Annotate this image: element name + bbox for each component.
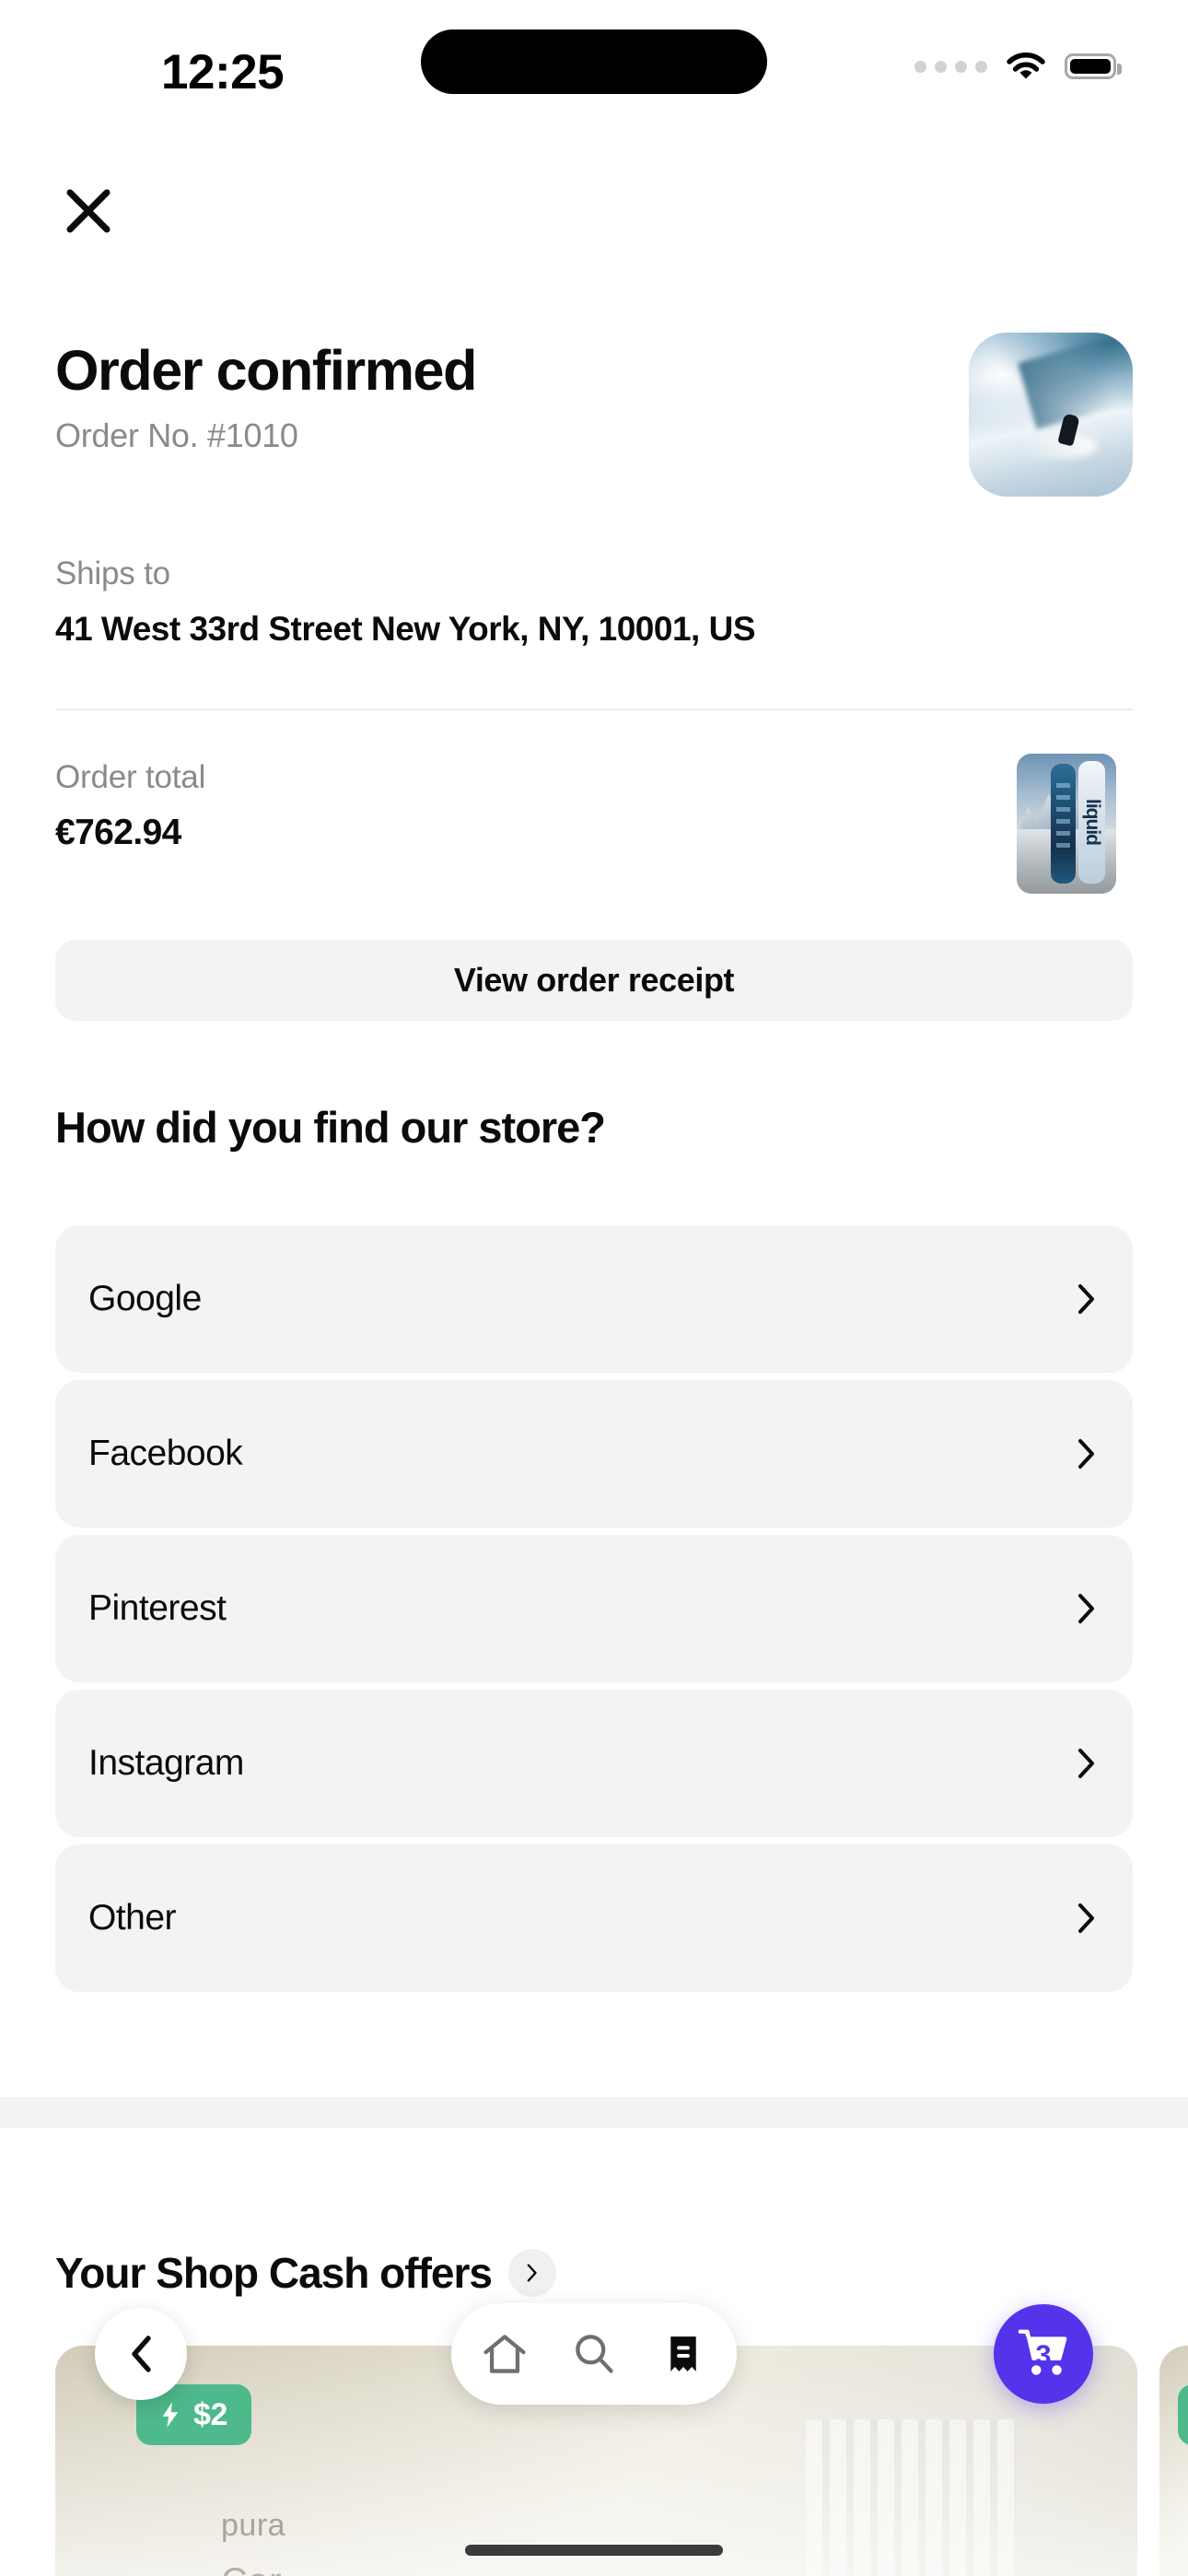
lightning-bolt-icon xyxy=(162,2402,179,2428)
option-label: Other xyxy=(88,1898,177,1938)
survey-option-facebook[interactable]: Facebook xyxy=(55,1380,1133,1528)
shop-cash-card-next[interactable] xyxy=(1159,2346,1188,2576)
status-bar-time: 12:25 xyxy=(161,45,285,100)
shop-cash-brand-line1: pura xyxy=(221,2508,286,2543)
wifi-icon xyxy=(1006,52,1046,81)
product-board-text: liquid xyxy=(1081,799,1103,846)
chevron-right-icon xyxy=(1077,1748,1096,1779)
survey-question: How did you find our store? xyxy=(55,1103,606,1152)
status-bar-icons xyxy=(914,52,1122,81)
shop-cash-amount: $2 xyxy=(193,2396,228,2432)
orders-receipt-icon[interactable] xyxy=(658,2328,709,2380)
chevron-right-icon xyxy=(1077,1283,1096,1315)
search-icon[interactable] xyxy=(568,2328,620,2380)
survey-option-other[interactable]: Other xyxy=(55,1844,1133,1992)
battery-full-icon xyxy=(1065,53,1122,79)
product-thumbnail: liquid xyxy=(1017,754,1116,894)
chevron-right-icon xyxy=(1077,1903,1096,1934)
shop-cash-brand-line2: Car xyxy=(221,2561,282,2576)
survey-option-pinterest[interactable]: Pinterest xyxy=(55,1535,1133,1682)
order-confirmation-screen: 12:25 Order confirmed Order No. #1010 Sh… xyxy=(0,0,1188,2576)
cellular-dots-icon xyxy=(914,60,987,73)
shop-cash-badge xyxy=(1178,2384,1188,2445)
home-icon[interactable] xyxy=(479,2328,530,2380)
option-label: Google xyxy=(88,1279,202,1318)
order-total-value: €762.94 xyxy=(55,813,181,852)
survey-option-google[interactable]: Google xyxy=(55,1225,1133,1373)
cart-button[interactable]: 3 xyxy=(994,2304,1093,2404)
close-icon[interactable] xyxy=(55,178,122,244)
section-divider xyxy=(55,708,1133,710)
shipping-section: Ships to 41 West 33rd Street New York, N… xyxy=(55,556,756,649)
home-indicator[interactable] xyxy=(465,2545,723,2556)
survey-option-instagram[interactable]: Instagram xyxy=(55,1690,1133,1837)
ships-to-label: Ships to xyxy=(55,556,170,591)
order-total-section: Order total €762.94 xyxy=(55,759,205,853)
section-separator-band xyxy=(0,2097,1188,2128)
shop-cash-header[interactable]: Your Shop Cash offers xyxy=(55,2248,556,2298)
shop-cash-title: Your Shop Cash offers xyxy=(55,2249,493,2297)
survey-options: Google Facebook Pinterest Instagram Othe… xyxy=(55,1225,1133,1992)
option-label: Instagram xyxy=(88,1743,244,1783)
chevron-right-icon xyxy=(1077,1438,1096,1469)
order-hero-image xyxy=(969,333,1133,497)
cart-badge-count: 3 xyxy=(1035,2338,1052,2371)
order-total-label: Order total xyxy=(55,759,206,795)
status-bar: 12:25 xyxy=(0,0,1188,147)
nav-pill xyxy=(451,2303,737,2405)
shipping-address: 41 West 33rd Street New York, NY, 10001,… xyxy=(55,610,756,648)
chevron-right-icon xyxy=(1077,1593,1096,1624)
dynamic-island xyxy=(421,29,767,94)
chevron-right-icon[interactable] xyxy=(507,2249,556,2297)
chevron-left-icon xyxy=(132,2336,151,2372)
option-label: Pinterest xyxy=(88,1588,227,1628)
option-label: Facebook xyxy=(88,1434,243,1473)
view-order-receipt-button[interactable]: View order receipt xyxy=(55,940,1133,1021)
back-button[interactable] xyxy=(95,2308,187,2400)
